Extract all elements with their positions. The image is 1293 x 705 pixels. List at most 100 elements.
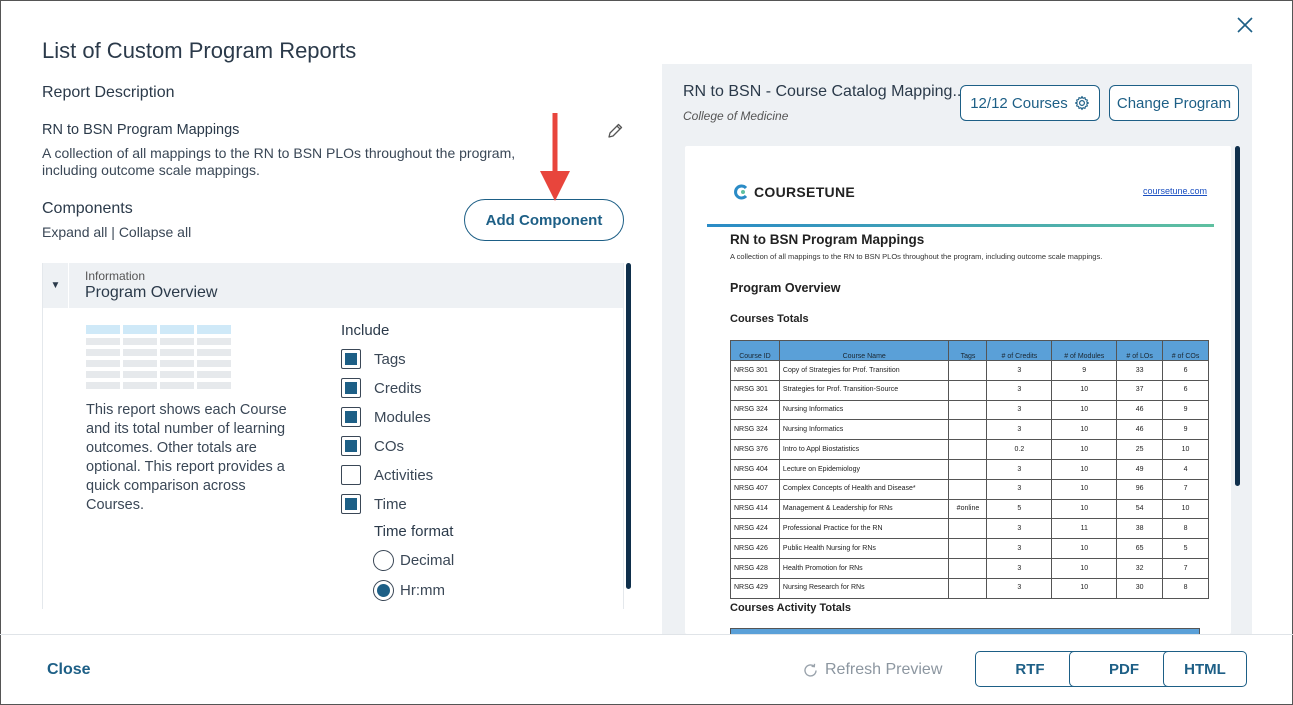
table-cell: 0.2: [986, 439, 1053, 460]
table-cell: 3: [986, 577, 1053, 599]
table-row: NRSG 404 Lecture on Epidemiology 3 10 49 4: [730, 458, 1209, 480]
doc-second-table-title: Courses Activity Totals: [730, 602, 852, 614]
table-cell: 10: [1051, 557, 1118, 579]
table-cell: 3: [986, 458, 1053, 480]
table-cell: 9: [1162, 399, 1209, 421]
option-cos-checkbox[interactable]: COs: [341, 435, 404, 457]
table-cell: Strategies for Prof. Transition-Source: [778, 379, 950, 401]
option-activities-checkbox[interactable]: Activities: [341, 464, 433, 486]
checkbox[interactable]: [341, 494, 361, 514]
table-cell: 37: [1116, 379, 1164, 401]
table-cell: 10: [1051, 439, 1118, 460]
table-row: NRSG 407 Complex Concepts of Health and D…: [730, 478, 1209, 500]
table-cell: Complex Concepts of Health and Disease*: [778, 478, 950, 500]
table-cell: 25: [1116, 439, 1164, 460]
table-row: NRSG 414 Management & Leadership for RNs #…: [730, 498, 1209, 520]
table-cell: 10: [1162, 439, 1209, 460]
table-cell: [948, 360, 988, 381]
change-program-button[interactable]: Change Program: [1109, 85, 1239, 121]
courses-filter-button[interactable]: 12/12 Courses: [960, 85, 1100, 121]
pencil-edit-icon[interactable]: [605, 121, 625, 141]
table-cell: 10: [1051, 458, 1118, 480]
option-label: Credits: [374, 379, 422, 397]
table-cell: NRSG 324: [730, 419, 780, 441]
column-header: Course ID: [730, 340, 780, 361]
table-cell: 7: [1162, 478, 1209, 500]
table-cell: 3: [986, 538, 1053, 559]
header-rule: [707, 224, 1214, 227]
table-cell: 10: [1051, 419, 1118, 441]
caret-down-icon[interactable]: ▼: [43, 263, 69, 308]
table-cell: 10: [1162, 498, 1209, 520]
checkbox[interactable]: [341, 378, 361, 398]
gear-icon: [1074, 95, 1089, 111]
time-format-label: Time format: [374, 523, 454, 540]
table-cell: 9: [1162, 419, 1209, 441]
table-cell: Public Health Nursing for RNs: [778, 538, 950, 559]
checkbox[interactable]: [341, 465, 361, 485]
time-format-decimal-radio[interactable]: Decimal: [373, 549, 454, 571]
table-row: NRSG 376 Intro to Appl Biostatistics 0.2 10…: [730, 439, 1209, 460]
preview-title: RN to BSN - Course Catalog Mapping...: [683, 83, 966, 100]
table-cell: NRSG 324: [730, 399, 780, 421]
report-preview-document: COURSETUNE coursetune.com RN to BSN Prog…: [685, 146, 1231, 634]
expand-all-link[interactable]: Expand all: [42, 224, 107, 240]
table-cell: 38: [1116, 518, 1164, 540]
option-label: Tags: [374, 350, 406, 368]
table-row: NRSG 429 Nursing Research for RNs 3 10 30 8: [730, 577, 1209, 599]
table-cell: 10: [1051, 379, 1118, 401]
table-cell: Professional Practice for the RN: [778, 518, 950, 540]
table-cell: 96: [1116, 478, 1164, 500]
option-tags-checkbox[interactable]: Tags: [341, 348, 406, 370]
option-time-checkbox[interactable]: Time: [341, 493, 407, 515]
doc-heading: RN to BSN Program Mappings: [730, 232, 925, 247]
time-format-hrmm-radio[interactable]: Hr:mm: [373, 579, 445, 601]
annotation-arrow-icon: [540, 113, 570, 201]
radio-button[interactable]: [373, 579, 394, 601]
table-cell: Lecture on Epidemiology: [778, 458, 950, 480]
checkbox[interactable]: [341, 349, 361, 369]
table-cell: [948, 439, 988, 460]
option-credits-checkbox[interactable]: Credits: [341, 377, 422, 399]
option-label: Modules: [374, 408, 431, 426]
report-description-label: Report Description: [42, 84, 175, 101]
modal-title: List of Custom Program Reports: [42, 38, 357, 63]
coursetune-link[interactable]: coursetune.com: [1143, 186, 1207, 196]
components-label: Components: [42, 200, 133, 217]
component-header[interactable]: ▼ Information Program Overview: [43, 263, 623, 308]
preview-scrollbar[interactable]: [1235, 146, 1240, 486]
radio-button[interactable]: [373, 549, 394, 571]
table-cell: 6: [1162, 379, 1209, 401]
option-modules-checkbox[interactable]: Modules: [341, 406, 431, 428]
table-cell: NRSG 376: [730, 439, 780, 460]
close-button[interactable]: Close: [47, 661, 91, 679]
add-component-button[interactable]: Add Component: [464, 199, 624, 241]
table-cell: 3: [986, 478, 1053, 500]
components-scrollbar[interactable]: [626, 263, 631, 589]
refresh-preview-button[interactable]: Refresh Preview: [802, 661, 942, 679]
doc-table-title: Courses Totals: [730, 313, 809, 325]
include-label: Include: [341, 322, 390, 339]
table-cell: Management & Leadership for RNs: [778, 498, 950, 520]
checkbox[interactable]: [341, 407, 361, 427]
table-cell: Copy of Strategies for Prof. Transition: [778, 360, 950, 381]
table-cell: Health Promotion for RNs: [778, 557, 950, 579]
checkbox[interactable]: [341, 436, 361, 456]
table-cell: 5: [986, 498, 1053, 520]
close-icon[interactable]: [1234, 14, 1256, 36]
table-row: NRSG 324 Nursing Informatics 3 10 46 9: [730, 399, 1209, 421]
export-html-button[interactable]: HTML: [1163, 651, 1247, 687]
report-name: RN to BSN Program Mappings: [42, 122, 240, 138]
table-cell: 3: [986, 379, 1053, 401]
column-header: # of COs: [1162, 340, 1209, 361]
table-cell: 3: [986, 360, 1053, 381]
column-header: Tags: [948, 340, 988, 361]
column-header: # of LOs: [1116, 340, 1164, 361]
table-cell: 3: [986, 419, 1053, 441]
table-cell: 7: [1162, 557, 1209, 579]
brand-name: COURSETUNE: [754, 184, 856, 200]
table-cell: [948, 399, 988, 421]
table-cell: 46: [1116, 399, 1164, 421]
collapse-all-link[interactable]: Collapse all: [119, 224, 191, 240]
column-header: Course Name: [778, 340, 950, 361]
